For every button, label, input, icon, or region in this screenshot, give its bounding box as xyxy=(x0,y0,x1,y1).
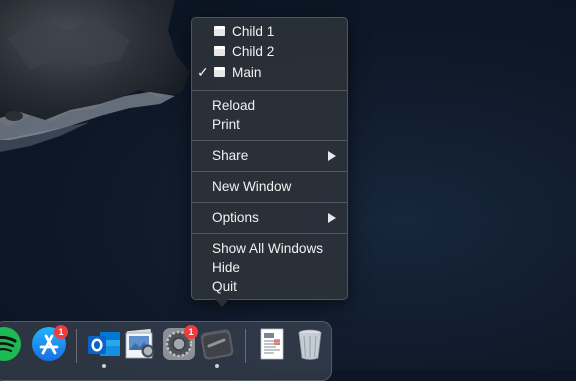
running-indicator xyxy=(102,364,106,368)
electron-app-icon[interactable] xyxy=(199,326,235,362)
document-icon[interactable] xyxy=(254,326,290,362)
submenu-arrow-icon xyxy=(328,213,336,223)
menu-item-label: Print xyxy=(212,117,240,132)
menu-item-share[interactable]: Share xyxy=(192,146,347,165)
menu-item-label: New Window xyxy=(212,179,292,194)
app-store-badge: 1 xyxy=(54,325,68,339)
menu-item-label: Reload xyxy=(212,98,256,113)
menu-item-hide[interactable]: Hide xyxy=(192,258,347,277)
menu-item-window-child-2[interactable]: Child 2 xyxy=(192,42,347,61)
menu-item-show-all-windows[interactable]: Show All Windows xyxy=(192,239,347,258)
menu-item-window-main[interactable]: ✓ Main xyxy=(192,63,347,82)
dock-divider xyxy=(245,329,246,363)
menu-separator xyxy=(192,140,347,141)
menu-separator xyxy=(192,90,347,91)
spotify-icon[interactable] xyxy=(0,326,22,362)
system-preferences-badge: 1 xyxy=(184,325,198,339)
window-icon xyxy=(214,67,225,77)
menu-item-label: Share xyxy=(212,148,249,163)
preview-icon[interactable] xyxy=(123,326,159,362)
trash-icon[interactable] xyxy=(292,326,328,362)
menu-item-label: Show All Windows xyxy=(212,241,324,256)
menu-item-label: Child 1 xyxy=(232,24,275,39)
menu-item-reload[interactable]: Reload xyxy=(192,96,347,115)
menu-item-label: Child 2 xyxy=(232,44,275,59)
menu-item-options[interactable]: Options xyxy=(192,208,347,227)
dock-context-menu: Child 1 Child 2 ✓ Main Reload Print Shar… xyxy=(191,17,348,300)
checkmark-icon: ✓ xyxy=(197,64,209,80)
menu-separator xyxy=(192,233,347,234)
menu-item-label: Quit xyxy=(212,279,237,294)
menu-item-new-window[interactable]: New Window xyxy=(192,177,347,196)
menu-item-label: Main xyxy=(232,65,262,80)
menu-item-quit[interactable]: Quit xyxy=(192,277,347,296)
menu-separator xyxy=(192,202,347,203)
window-icon xyxy=(214,46,225,56)
outlook-icon[interactable] xyxy=(86,326,122,362)
window-icon xyxy=(214,26,225,36)
menu-item-print[interactable]: Print xyxy=(192,115,347,134)
dock-divider xyxy=(76,329,77,363)
menu-item-label: Hide xyxy=(212,260,240,275)
menu-item-label: Options xyxy=(212,210,259,225)
submenu-arrow-icon xyxy=(328,151,336,161)
menu-item-window-child-1[interactable]: Child 1 xyxy=(192,22,347,41)
menu-separator xyxy=(192,171,347,172)
running-indicator xyxy=(215,364,219,368)
menu-pointer-arrow xyxy=(214,298,230,307)
